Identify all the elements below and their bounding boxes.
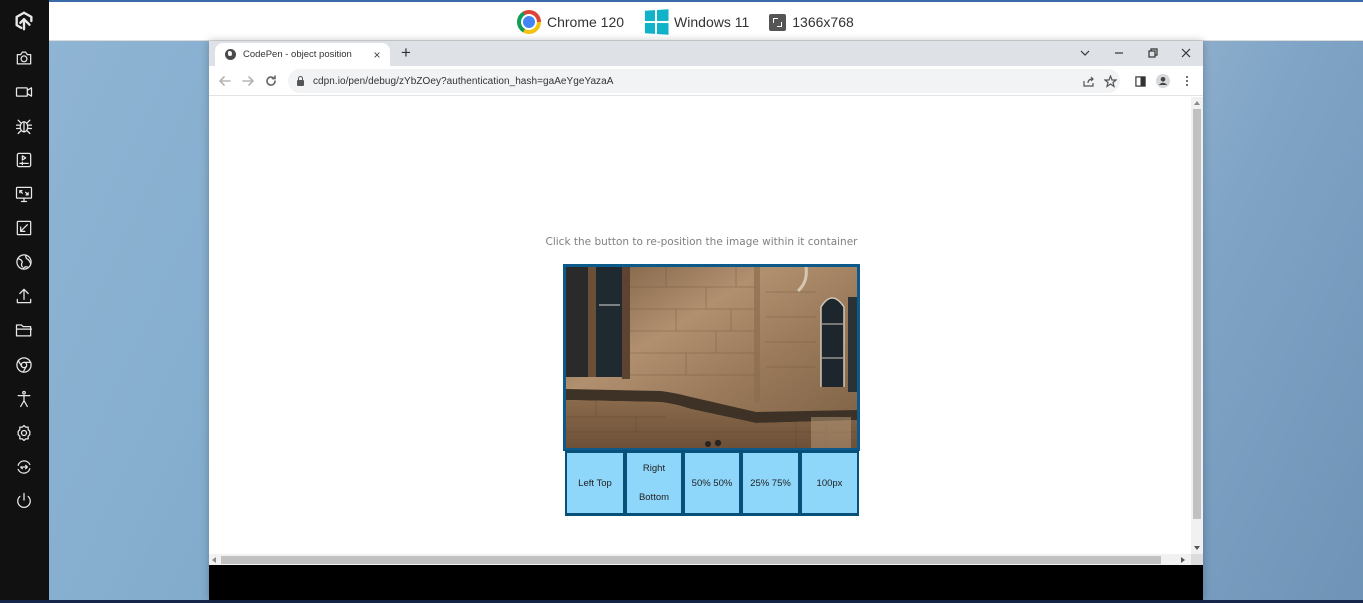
- scroll-down-arrow-icon[interactable]: [1194, 546, 1200, 550]
- settings-icon[interactable]: [11, 420, 37, 446]
- position-25-75-button[interactable]: 25% 75%: [743, 453, 798, 513]
- vertical-scroll-thumb[interactable]: [1193, 109, 1201, 519]
- resolution-icon: [769, 13, 787, 31]
- play-timeline-icon[interactable]: [11, 147, 37, 173]
- reload-button[interactable]: [262, 72, 280, 90]
- lock-icon: [297, 75, 304, 86]
- browser-label: Chrome 120: [547, 14, 625, 30]
- close-window-button[interactable]: [1176, 44, 1196, 62]
- tab-close-button[interactable]: ×: [370, 48, 384, 62]
- video-icon[interactable]: [11, 79, 37, 105]
- image-container: [563, 264, 860, 451]
- vertical-scrollbar[interactable]: [1191, 97, 1203, 554]
- button-label: 25% 75%: [750, 477, 791, 489]
- instruction-text: Click the button to re-position the imag…: [545, 236, 858, 248]
- button-label-line1: Right: [642, 463, 666, 474]
- profile-button[interactable]: [1156, 74, 1170, 88]
- arrow-left-icon: [219, 76, 231, 86]
- session-info-bar: Chrome 120 Windows 11 1366x768: [49, 0, 1363, 41]
- button-label: 50% 50%: [691, 477, 733, 489]
- position-button-row: Left Top Right Bottom 50% 50% 25% 75% 10…: [565, 450, 859, 516]
- left-top-button[interactable]: Left Top: [567, 453, 623, 513]
- new-tab-button[interactable]: +: [397, 44, 415, 62]
- bookmark-button[interactable]: [1103, 74, 1118, 88]
- horizontal-scrollbar[interactable]: [209, 554, 1191, 565]
- left-toolbar: [0, 0, 49, 603]
- monitor-resize-icon[interactable]: [11, 181, 37, 207]
- tab-codepen[interactable]: CodePen - object position ×: [215, 43, 390, 66]
- accessibility-icon[interactable]: [11, 386, 37, 412]
- switch-icon[interactable]: [11, 454, 37, 480]
- resolution-info: 1366x768: [769, 13, 854, 31]
- arrow-right-icon: [242, 76, 254, 86]
- forward-button[interactable]: [239, 72, 257, 90]
- bug-icon[interactable]: [11, 113, 37, 139]
- center-50-50-button[interactable]: 50% 50%: [685, 453, 739, 513]
- minimize-icon: [1115, 52, 1123, 54]
- chrome-icon[interactable]: [11, 352, 37, 378]
- menu-button[interactable]: [1180, 74, 1194, 88]
- horizontal-scroll-thumb[interactable]: [221, 556, 1161, 564]
- minimize-button[interactable]: [1109, 44, 1129, 62]
- scroll-left-arrow-icon[interactable]: [212, 557, 216, 563]
- upload-icon[interactable]: [11, 283, 37, 309]
- tab-title: CodePen - object position: [243, 49, 352, 60]
- external-arrow-icon[interactable]: [11, 215, 37, 241]
- windows-logo-icon: [644, 9, 669, 35]
- power-icon[interactable]: [11, 488, 37, 514]
- unrendered-area: [209, 565, 1203, 600]
- url-text[interactable]: cdpn.io/pen/debug/zYbZOey?authentication…: [313, 76, 613, 87]
- resolution-label: 1366x768: [792, 14, 854, 30]
- button-label: 100px: [816, 477, 843, 489]
- scroll-right-arrow-icon[interactable]: [1181, 557, 1185, 563]
- share-button[interactable]: [1082, 75, 1095, 88]
- star-icon: [1103, 74, 1118, 88]
- browser-info: Chrome 120: [517, 10, 624, 34]
- profile-avatar-icon: [1156, 74, 1170, 88]
- kebab-menu-icon: [1186, 76, 1188, 86]
- scrollbar-corner: [1191, 554, 1203, 565]
- tab-strip: CodePen - object position × +: [209, 41, 1203, 66]
- tab-search-button[interactable]: [1075, 44, 1095, 62]
- site-globe-icon: [225, 49, 236, 60]
- building-image: [566, 267, 857, 448]
- page-viewport: Click the button to re-position the imag…: [209, 97, 1203, 565]
- share-icon: [1083, 76, 1094, 87]
- lambdatest-logo-icon[interactable]: [11, 8, 37, 34]
- restore-button[interactable]: [1143, 44, 1163, 62]
- button-label: Left Top: [578, 477, 612, 489]
- close-icon: [1181, 48, 1191, 58]
- reload-icon: [266, 75, 276, 86]
- button-label-line2: Bottom: [638, 492, 670, 503]
- globe-icon[interactable]: [11, 249, 37, 275]
- right-bottom-button[interactable]: Right Bottom: [627, 453, 681, 513]
- chrome-logo-icon: [517, 10, 541, 34]
- address-bar[interactable]: cdpn.io/pen/debug/zYbZOey?authentication…: [288, 69, 1120, 93]
- side-panel-button[interactable]: [1133, 74, 1147, 88]
- browser-window: CodePen - object position × + cdpn.io/pe: [209, 41, 1203, 600]
- folder-icon[interactable]: [11, 317, 37, 343]
- restore-icon: [1148, 48, 1158, 58]
- camera-icon[interactable]: [11, 45, 37, 71]
- chevron-down-icon: [1080, 50, 1090, 56]
- side-panel-icon: [1134, 75, 1146, 87]
- position-100px-button[interactable]: 100px: [802, 453, 857, 513]
- os-label: Windows 11: [674, 14, 750, 30]
- os-info: Windows 11: [644, 9, 750, 35]
- browser-toolbar: cdpn.io/pen/debug/zYbZOey?authentication…: [209, 66, 1203, 96]
- scroll-up-arrow-icon[interactable]: [1194, 101, 1200, 105]
- back-button[interactable]: [216, 72, 234, 90]
